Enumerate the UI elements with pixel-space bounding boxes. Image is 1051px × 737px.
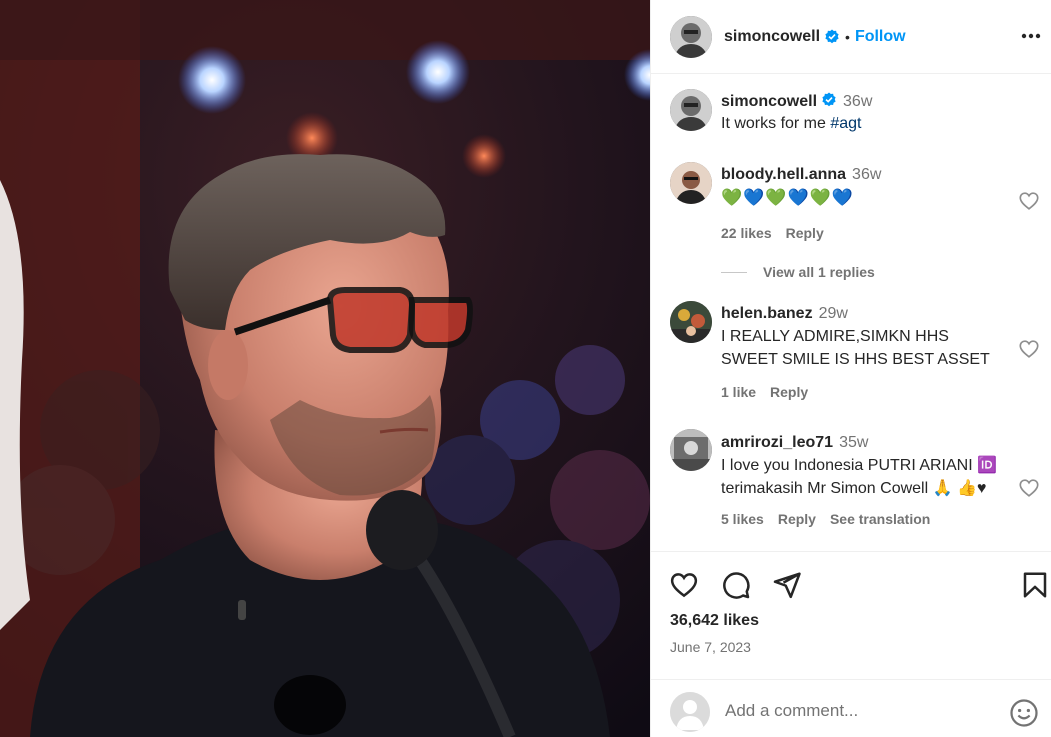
- reply-button[interactable]: Reply: [778, 511, 816, 527]
- current-user-avatar[interactable]: [670, 692, 710, 732]
- commenter-username[interactable]: helen.banez: [721, 305, 813, 322]
- caption-text: It works for me: [721, 115, 831, 132]
- comment-likes[interactable]: 1 like: [721, 384, 756, 400]
- commenter-avatar[interactable]: [670, 162, 712, 204]
- heart-icon[interactable]: [1018, 190, 1040, 212]
- caption-hashtag[interactable]: #agt: [830, 115, 861, 132]
- comment-time[interactable]: 29w: [819, 305, 848, 322]
- view-replies-label[interactable]: View all 1 replies: [763, 264, 875, 280]
- heart-icon[interactable]: [1018, 477, 1040, 499]
- see-translation-button[interactable]: See translation: [830, 511, 930, 527]
- add-comment-bar: [651, 679, 1051, 737]
- post-date[interactable]: June 7, 2023: [670, 639, 751, 655]
- reply-button[interactable]: Reply: [770, 384, 808, 400]
- view-replies-button[interactable]: View all 1 replies: [721, 264, 875, 280]
- comment-time[interactable]: 35w: [839, 434, 868, 451]
- replies-divider: [721, 271, 747, 273]
- more-options-icon[interactable]: [1019, 24, 1043, 48]
- post-photo[interactable]: [0, 0, 650, 737]
- verified-badge-icon: [825, 29, 839, 43]
- heart-icon[interactable]: [669, 570, 699, 600]
- comment-time[interactable]: 36w: [852, 166, 881, 183]
- comment-likes[interactable]: 5 likes: [721, 511, 764, 527]
- separator-dot: •: [845, 28, 850, 45]
- post-header: simoncowell • Follow: [651, 0, 1051, 74]
- comment-icon[interactable]: [721, 570, 751, 600]
- comment-text: I REALLY ADMIRE,SIMKN HHS SWEET SMILE IS…: [721, 328, 990, 368]
- author-username[interactable]: simoncowell: [724, 28, 820, 46]
- comment-text: I love you Indonesia PUTRI ARIANI 🆔 teri…: [721, 457, 998, 497]
- caption-time[interactable]: 36w: [843, 93, 872, 110]
- heart-icon[interactable]: [1018, 338, 1040, 360]
- author-avatar[interactable]: [670, 89, 712, 131]
- commenter-username[interactable]: amrirozi_leo71: [721, 434, 833, 451]
- reply-button[interactable]: Reply: [786, 225, 824, 241]
- author-avatar[interactable]: [670, 15, 712, 58]
- comment-text: 💚💙💚💙💚💙: [721, 188, 855, 207]
- commenter-avatar[interactable]: [670, 301, 712, 343]
- post-side-panel: simoncowell • Follow simoncowell 36w It …: [650, 0, 1051, 737]
- add-comment-input[interactable]: [725, 698, 995, 724]
- like-count[interactable]: 36,642 likes: [670, 612, 759, 630]
- caption-username[interactable]: simoncowell: [721, 93, 817, 110]
- commenter-username[interactable]: bloody.hell.anna: [721, 166, 846, 183]
- follow-button[interactable]: Follow: [855, 28, 906, 46]
- emoji-icon[interactable]: [1009, 698, 1039, 728]
- paper-plane-icon[interactable]: [772, 570, 802, 600]
- comments-list[interactable]: simoncowell 36w It works for me #agt blo…: [651, 75, 1051, 551]
- verified-badge-icon: [822, 92, 836, 107]
- bookmark-icon[interactable]: [1020, 570, 1050, 600]
- post-actions: 36,642 likes June 7, 2023: [651, 551, 1051, 679]
- commenter-avatar[interactable]: [670, 429, 712, 471]
- comment-likes[interactable]: 22 likes: [721, 225, 772, 241]
